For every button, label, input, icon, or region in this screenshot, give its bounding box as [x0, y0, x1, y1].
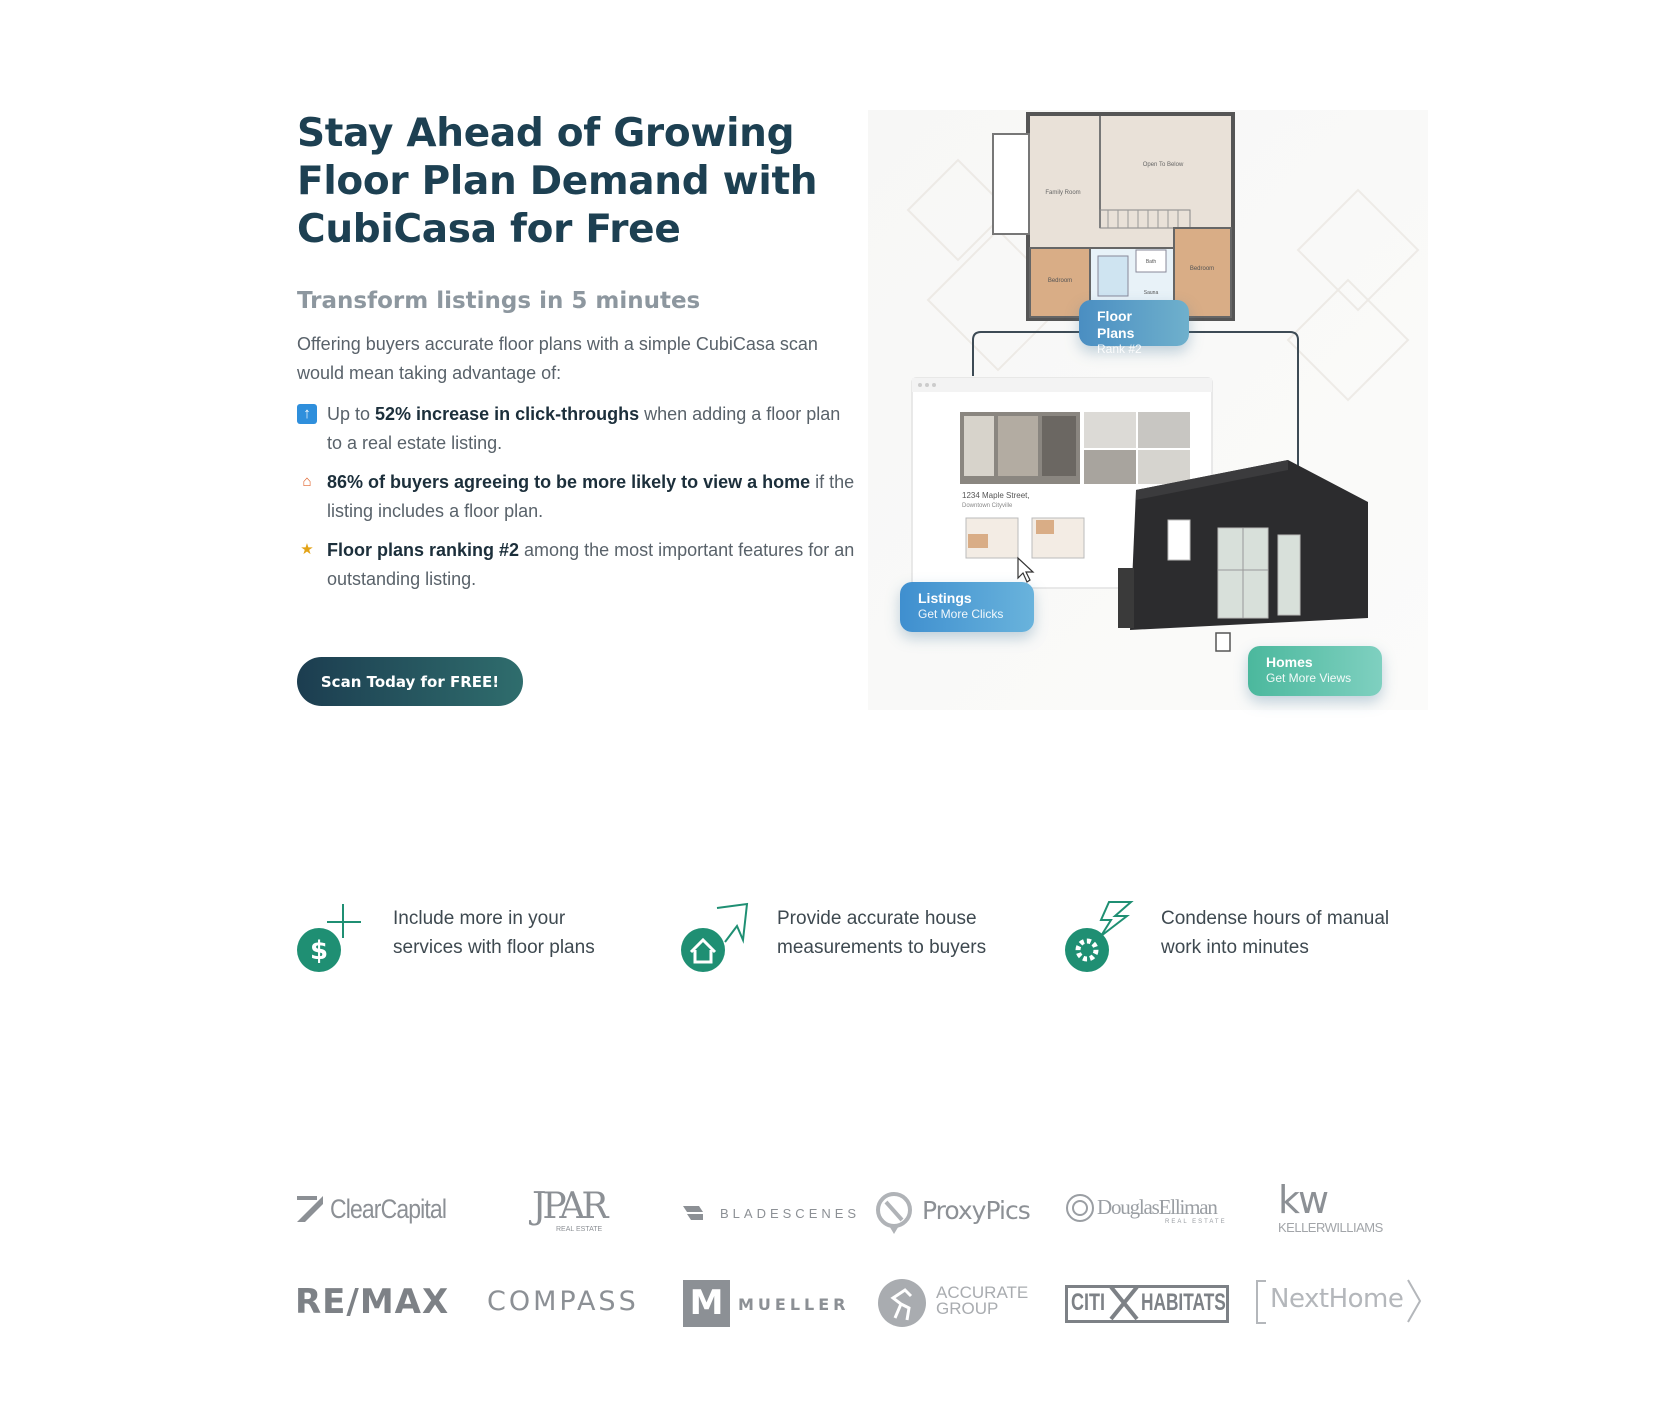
- bubble-title: Floor Plans: [1097, 308, 1135, 341]
- bracket-left-icon: [1256, 1280, 1266, 1324]
- bubble-subtitle: Get More Clicks: [918, 607, 1004, 621]
- logo-text: HABITATS: [1141, 1289, 1226, 1316]
- bubble-subtitle: Get More Views: [1266, 671, 1352, 685]
- clearcapital-mark-icon: [297, 1196, 323, 1222]
- proxypics-logo: ProxyPics: [874, 1190, 1044, 1234]
- feature-item: Condense hours of manual work into minut…: [1065, 900, 1435, 980]
- bubble-title: Listings: [918, 590, 972, 606]
- svg-text:Downtown Cityville: Downtown Cityville: [962, 503, 1013, 509]
- logo-text: ClearCapital: [330, 1194, 447, 1224]
- bubble-subtitle: Rank #2: [1097, 342, 1142, 356]
- accurate-group-mark-icon: [878, 1279, 926, 1327]
- jpar-logo: JPAR REAL ESTATE: [528, 1186, 618, 1240]
- svg-text:$: $: [310, 936, 328, 966]
- benefit-item: ↑ Up to 52% increase in click-throughs w…: [297, 400, 857, 458]
- douglas-elliman-mark-icon: [1066, 1194, 1094, 1222]
- feature-text-line: services with floor plans: [393, 937, 595, 958]
- clearcapital-logo: ClearCapital: [297, 1194, 467, 1228]
- feature-text-line: work into minutes: [1161, 937, 1309, 958]
- benefit-text: Up to: [327, 404, 376, 424]
- logo-text: ProxyPics: [922, 1196, 1031, 1225]
- logo-text: DouglasElliman: [1097, 1195, 1218, 1219]
- house-icon: ⌂: [302, 473, 312, 490]
- medal-icon: ★: [300, 541, 314, 558]
- benefit-item: ★ Floor plans ranking #2 among the most …: [297, 536, 857, 594]
- douglas-elliman-logo: DouglasElliman REAL ESTATE: [1065, 1193, 1235, 1233]
- hero-illustration: Family Room Open To Below Bedroom Bedroo…: [868, 110, 1428, 710]
- feature-text-line: measurements to buyers: [777, 937, 987, 958]
- floor-plans-bubble: Floor Plans Rank #2: [1079, 300, 1189, 356]
- bladescenes-logo: BLADESCENES: [683, 1204, 856, 1224]
- nexthome-logo: NextHome: [1256, 1279, 1426, 1326]
- logo-text: JPAR: [532, 1186, 608, 1227]
- bladescenes-mark-icon: [683, 1206, 703, 1220]
- feature-item: Provide accurate house measurements to b…: [681, 900, 1051, 980]
- feature-item: $ Include more in your services with flo…: [297, 900, 667, 980]
- logo-subtext: KELLERWILLIAMS: [1278, 1220, 1383, 1235]
- chevron-right-icon: [1407, 1279, 1422, 1323]
- scan-today-button[interactable]: Scan Today for FREE!: [297, 657, 523, 706]
- svg-text:Family Room: Family Room: [1045, 190, 1080, 196]
- logo-mark: M: [683, 1280, 730, 1327]
- feature-text-line: Condense hours of manual: [1161, 908, 1390, 929]
- feature-text-line: Include more in your: [393, 908, 566, 929]
- logo-text: RE/MAX: [295, 1282, 450, 1322]
- mueller-logo: M MUELLER: [683, 1280, 853, 1328]
- svg-text:Bedroom: Bedroom: [1048, 278, 1072, 284]
- benefit-item: ⌂ 86% of buyers agreeing to be more like…: [297, 468, 857, 526]
- svg-text:Bedroom: Bedroom: [1190, 266, 1214, 272]
- dollar-plus-icon: $: [297, 904, 361, 972]
- gear-lightning-icon: [1065, 901, 1134, 972]
- logo-text: NextHome: [1270, 1284, 1404, 1314]
- homes-bubble: Homes Get More Views: [1248, 646, 1382, 696]
- hero-subtitle: Transform listings in 5 minutes: [297, 288, 701, 314]
- benefits-list: ↑ Up to 52% increase in click-throughs w…: [297, 400, 857, 594]
- logo-text: COMPASS: [487, 1286, 639, 1317]
- floor-plan-drawing: Family Room Open To Below Bedroom Bedroo…: [992, 112, 1235, 321]
- up-arrow-icon: ↑: [297, 404, 317, 424]
- keller-williams-logo: kw KELLERWILLIAMS: [1278, 1178, 1418, 1240]
- remax-logo: RE/MAX: [295, 1282, 465, 1326]
- citihabitats-x-icon: [1109, 1285, 1139, 1321]
- compass-logo: COMPASS: [487, 1286, 657, 1326]
- svg-text:Sauna: Sauna: [1144, 290, 1159, 296]
- listings-bubble: Listings Get More Clicks: [900, 582, 1034, 632]
- logo-text: CITI: [1071, 1289, 1105, 1316]
- hero-intro: Offering buyers accurate floor plans wit…: [297, 334, 818, 383]
- accurate-group-logo: ACCURATE GROUP: [877, 1278, 1037, 1330]
- page-title: Stay Ahead of Growing Floor Plan Demand …: [297, 111, 818, 252]
- feature-text: Condense hours of manual work into minut…: [1161, 904, 1389, 962]
- hero-text-column: Stay Ahead of Growing Floor Plan Demand …: [297, 110, 857, 604]
- feature-text: Provide accurate house measurements to b…: [777, 904, 986, 962]
- logo-text: BLADESCENES: [720, 1206, 861, 1221]
- svg-text:Bath: Bath: [1146, 259, 1157, 265]
- svg-text:1234 Maple Street,: 1234 Maple Street,: [962, 491, 1030, 500]
- bubble-title: Homes: [1266, 654, 1313, 670]
- logo-text: MUELLER: [738, 1295, 850, 1314]
- feature-text: Include more in your services with floor…: [393, 904, 595, 962]
- svg-text:Open To Below: Open To Below: [1143, 162, 1184, 168]
- proxypics-mark-icon: [876, 1192, 912, 1234]
- house-arrow-icon: [681, 902, 749, 972]
- logo-text: GROUP: [936, 1299, 999, 1318]
- logo-subtext: REAL ESTATE: [1165, 1219, 1227, 1225]
- benefit-highlight: 52% increase in click-throughs: [375, 404, 640, 424]
- logo-subtext: REAL ESTATE: [556, 1226, 603, 1233]
- feature-text-line: Provide accurate house: [777, 908, 977, 929]
- benefit-highlight: 86% of buyers agreeing to be more likely…: [327, 472, 811, 492]
- citihabitats-logo: CITI HABITATS: [1065, 1285, 1229, 1323]
- logo-text: kw: [1278, 1178, 1329, 1222]
- benefit-highlight: Floor plans ranking #2: [327, 540, 520, 560]
